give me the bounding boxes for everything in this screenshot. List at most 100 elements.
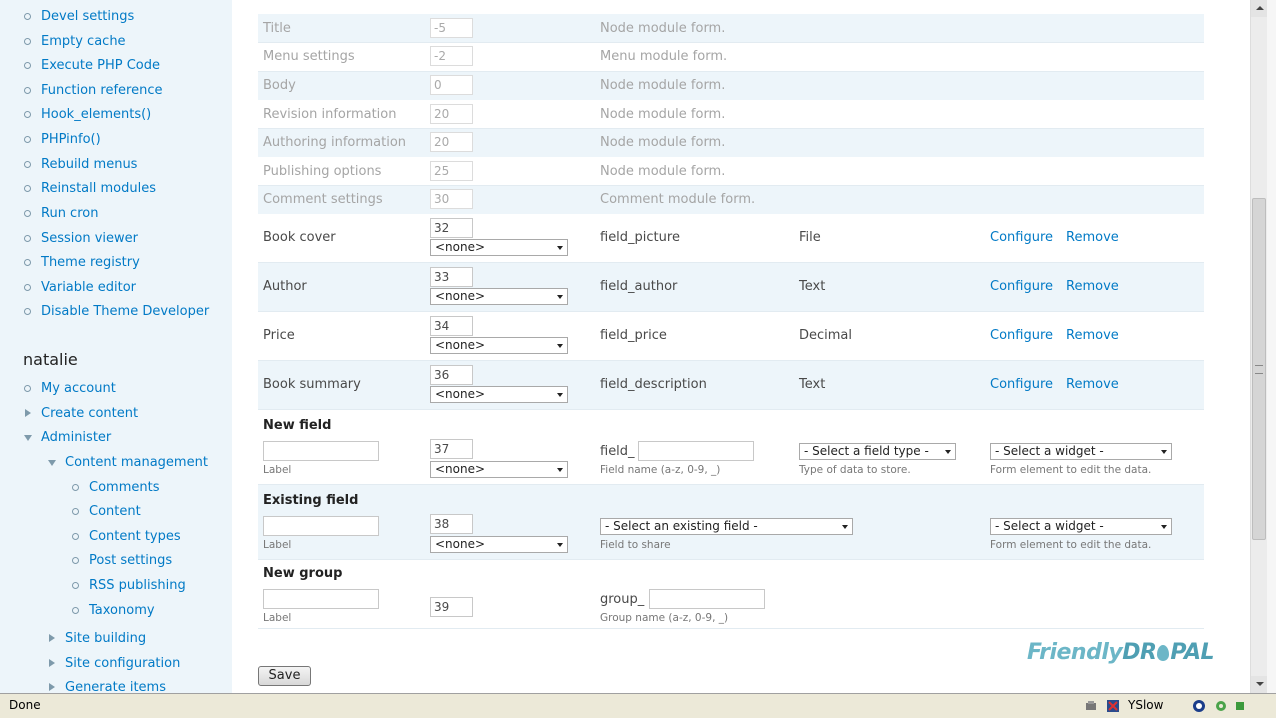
remove-link[interactable]: Remove	[1066, 279, 1119, 294]
status-square-icon[interactable]	[1233, 699, 1247, 713]
status-bar: Done YSlow	[0, 693, 1276, 718]
bullet-icon	[72, 607, 79, 614]
weight-input[interactable]: -2	[430, 46, 473, 66]
table-row: Author 33 <none> field_author Text Confi…	[258, 263, 1204, 312]
remove-link[interactable]: Remove	[1066, 377, 1119, 392]
field-description: Menu module form.	[600, 49, 728, 64]
bullet-icon	[24, 38, 31, 45]
weight-input[interactable]: 38	[430, 514, 473, 534]
weight-input[interactable]: 0	[430, 75, 473, 95]
scroll-up-arrow-icon[interactable]	[1251, 0, 1268, 17]
sidebar-item-administer[interactable]: Administer	[24, 430, 111, 446]
sidebar-item-content-types[interactable]: Content types	[72, 529, 181, 545]
configure-link[interactable]: Configure	[990, 377, 1053, 392]
weight-input[interactable]: 20	[430, 132, 473, 152]
field-description: Node module form.	[600, 135, 726, 150]
yslow-icon[interactable]	[1106, 699, 1120, 713]
new-group-title: New group	[263, 566, 343, 581]
vertical-scrollbar[interactable]	[1250, 0, 1268, 693]
field-label: Book summary	[263, 377, 361, 392]
parent-group-select[interactable]: <none>	[430, 239, 568, 256]
sidebar-item-theme-registry[interactable]: Theme registry	[24, 255, 140, 271]
sidebar-item-devel-settings[interactable]: Devel settings	[24, 9, 134, 25]
yslow-label[interactable]: YSlow	[1128, 698, 1163, 712]
weight-input[interactable]: 20	[430, 104, 473, 124]
parent-group-select[interactable]: <none>	[430, 288, 568, 305]
save-button[interactable]: Save	[258, 666, 311, 686]
bullet-icon	[24, 235, 31, 242]
sidebar-item-function-reference[interactable]: Function reference	[24, 83, 163, 99]
widget-select[interactable]: - Select a widget -	[990, 443, 1172, 460]
parent-group-select[interactable]: <none>	[430, 461, 568, 478]
sidebar-item-content-management[interactable]: Content management	[48, 455, 208, 471]
sidebar-item-taxonomy[interactable]: Taxonomy	[72, 603, 155, 619]
group-name-prefix: group_	[600, 592, 645, 607]
bullet-icon	[72, 508, 79, 515]
weight-input[interactable]: 37	[430, 439, 473, 459]
firebug-icon[interactable]	[1084, 699, 1098, 713]
table-row: Price 34 <none> field_price Decimal Conf…	[258, 312, 1204, 361]
widget-select[interactable]: - Select a widget -	[990, 518, 1172, 535]
parent-group-select[interactable]: <none>	[430, 536, 568, 553]
sidebar-item-create-content[interactable]: Create content	[25, 406, 138, 422]
field-label: Title	[263, 21, 291, 36]
label-description: Label	[263, 539, 292, 551]
table-row: Body 0 Node module form.	[258, 72, 1204, 101]
sidebar-item-comments[interactable]: Comments	[72, 480, 159, 496]
sidebar-item-rss-publishing[interactable]: RSS publishing	[72, 578, 186, 594]
sidebar-item-session-viewer[interactable]: Session viewer	[24, 231, 138, 247]
weight-input[interactable]: 39	[430, 597, 473, 617]
field-type-select[interactable]: - Select a field type -	[799, 443, 956, 460]
scroll-down-arrow-icon[interactable]	[1251, 676, 1268, 693]
weight-input[interactable]: -5	[430, 18, 473, 38]
bullet-icon	[72, 582, 79, 589]
configure-link[interactable]: Configure	[990, 328, 1053, 343]
sidebar-item-my-account[interactable]: My account	[24, 381, 116, 397]
gear-icon[interactable]	[1214, 699, 1228, 713]
weight-input[interactable]: 34	[430, 316, 473, 336]
table-row: Book summary 36 <none> field_description…	[258, 361, 1204, 410]
existing-field-label-input[interactable]	[263, 516, 379, 536]
label-description: Label	[263, 612, 292, 624]
weight-input[interactable]: 36	[430, 365, 473, 385]
field-label: Comment settings	[263, 192, 383, 207]
sidebar-item-rebuild-menus[interactable]: Rebuild menus	[24, 157, 137, 173]
sidebar-item-site-building[interactable]: Site building	[49, 631, 146, 647]
group-name-input[interactable]	[649, 589, 765, 609]
sidebar-item-content[interactable]: Content	[72, 504, 141, 520]
sidebar-item-execute-php[interactable]: Execute PHP Code	[24, 58, 160, 74]
new-group-label-input[interactable]	[263, 589, 379, 609]
sidebar-item-variable-editor[interactable]: Variable editor	[24, 280, 136, 296]
sidebar-item-phpinfo[interactable]: PHPinfo()	[24, 132, 101, 148]
sidebar-item-run-cron[interactable]: Run cron	[24, 206, 98, 222]
chevron-down-icon	[1161, 450, 1167, 454]
sidebar-item-empty-cache[interactable]: Empty cache	[24, 34, 126, 50]
sidebar-item-disable-theme-developer[interactable]: Disable Theme Developer	[24, 304, 209, 320]
sidebar-item-hook-elements[interactable]: Hook_elements()	[24, 107, 151, 123]
field-name-input[interactable]	[638, 441, 754, 461]
weight-input[interactable]: 33	[430, 267, 473, 287]
remove-link[interactable]: Remove	[1066, 230, 1119, 245]
existing-field-select[interactable]: - Select an existing field -	[600, 518, 853, 535]
chevron-down-icon	[557, 246, 563, 250]
new-field-label-input[interactable]	[263, 441, 379, 461]
field-machine-name: field_description	[600, 377, 707, 392]
configure-link[interactable]: Configure	[990, 279, 1053, 294]
sidebar-item-generate-items[interactable]: Generate items	[49, 680, 166, 693]
remove-link[interactable]: Remove	[1066, 328, 1119, 343]
sidebar-item-post-settings[interactable]: Post settings	[72, 553, 172, 569]
new-group-row: New group Label 39 group_ Group name (a-…	[258, 560, 1204, 629]
parent-group-select[interactable]: <none>	[430, 337, 568, 354]
field-label: Authoring information	[263, 135, 407, 150]
field-type: Decimal	[799, 328, 853, 343]
sidebar-item-site-configuration[interactable]: Site configuration	[49, 656, 180, 672]
bullet-icon	[24, 13, 31, 20]
weight-input[interactable]: 30	[430, 189, 473, 209]
sidebar-item-reinstall-modules[interactable]: Reinstall modules	[24, 181, 156, 197]
accessibility-icon[interactable]	[1192, 699, 1206, 713]
weight-input[interactable]: 25	[430, 161, 473, 181]
expanded-arrow-icon	[24, 435, 32, 441]
configure-link[interactable]: Configure	[990, 230, 1053, 245]
weight-input[interactable]: 32	[430, 218, 473, 238]
parent-group-select[interactable]: <none>	[430, 386, 568, 403]
